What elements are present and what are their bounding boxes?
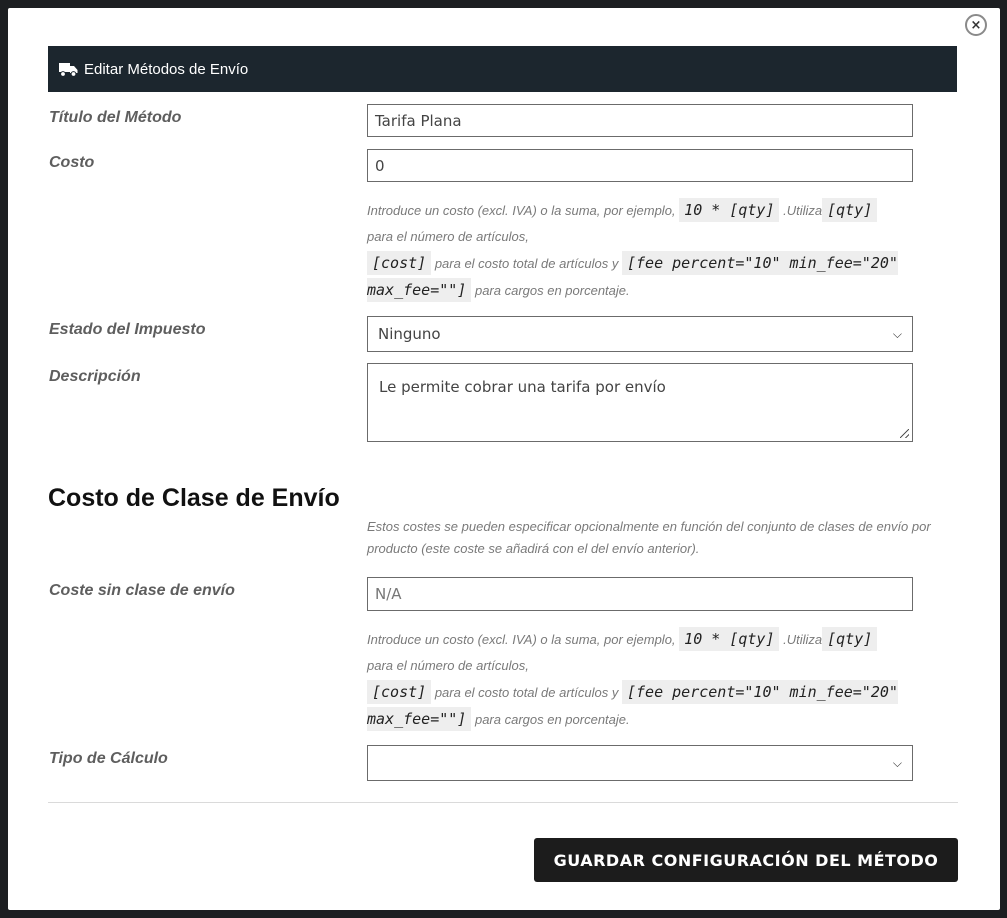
method-title-label: Título del Método: [49, 109, 182, 126]
resize-handle[interactable]: [900, 429, 909, 438]
cost-input[interactable]: 0: [367, 149, 913, 182]
shipping-class-description: Estos costes se pueden especificar opcio…: [367, 519, 931, 556]
close-icon[interactable]: ×: [965, 14, 987, 36]
chevron-down-icon: ⌵: [892, 326, 902, 341]
code-sample: [cost]: [367, 680, 432, 704]
save-method-button[interactable]: GUARDAR CONFIGURACIÓN DEL MÉTODO: [534, 838, 958, 882]
cost-label: Costo: [49, 154, 95, 171]
tax-status-label: Estado del Impuesto: [49, 321, 206, 338]
no-class-cost-input[interactable]: N/A: [367, 577, 913, 611]
description-label: Descripción: [49, 368, 141, 385]
method-title-input[interactable]: Tarifa Plana: [367, 104, 913, 137]
code-sample: [qty]: [822, 198, 878, 222]
cost-help-text: Introduce un costo (excl. IVA) o la suma…: [367, 197, 947, 304]
tax-status-value: Ninguno: [378, 325, 441, 343]
shipping-class-title: Costo de Clase de Envío: [48, 484, 340, 512]
code-sample: [cost]: [367, 251, 432, 275]
modal-title: Editar Métodos de Envío: [84, 60, 249, 78]
truck-icon: [59, 62, 78, 77]
code-sample: 10 * [qty]: [679, 198, 780, 222]
chevron-down-icon: ⌵: [892, 755, 902, 770]
divider: [48, 802, 958, 803]
code-sample: [qty]: [822, 627, 878, 651]
no-class-cost-help-text: Introduce un costo (excl. IVA) o la suma…: [367, 626, 947, 733]
tax-status-select[interactable]: Ninguno ⌵: [367, 316, 913, 352]
description-value: Le permite cobrar una tarifa por envío: [379, 378, 666, 396]
code-sample: 10 * [qty]: [679, 627, 780, 651]
modal-header: Editar Métodos de Envío: [48, 46, 957, 92]
calc-type-select[interactable]: ⌵: [367, 745, 913, 781]
calc-type-label: Tipo de Cálculo: [49, 750, 168, 767]
no-class-cost-label: Coste sin clase de envío: [49, 582, 235, 599]
description-textarea[interactable]: Le permite cobrar una tarifa por envío: [367, 363, 913, 442]
